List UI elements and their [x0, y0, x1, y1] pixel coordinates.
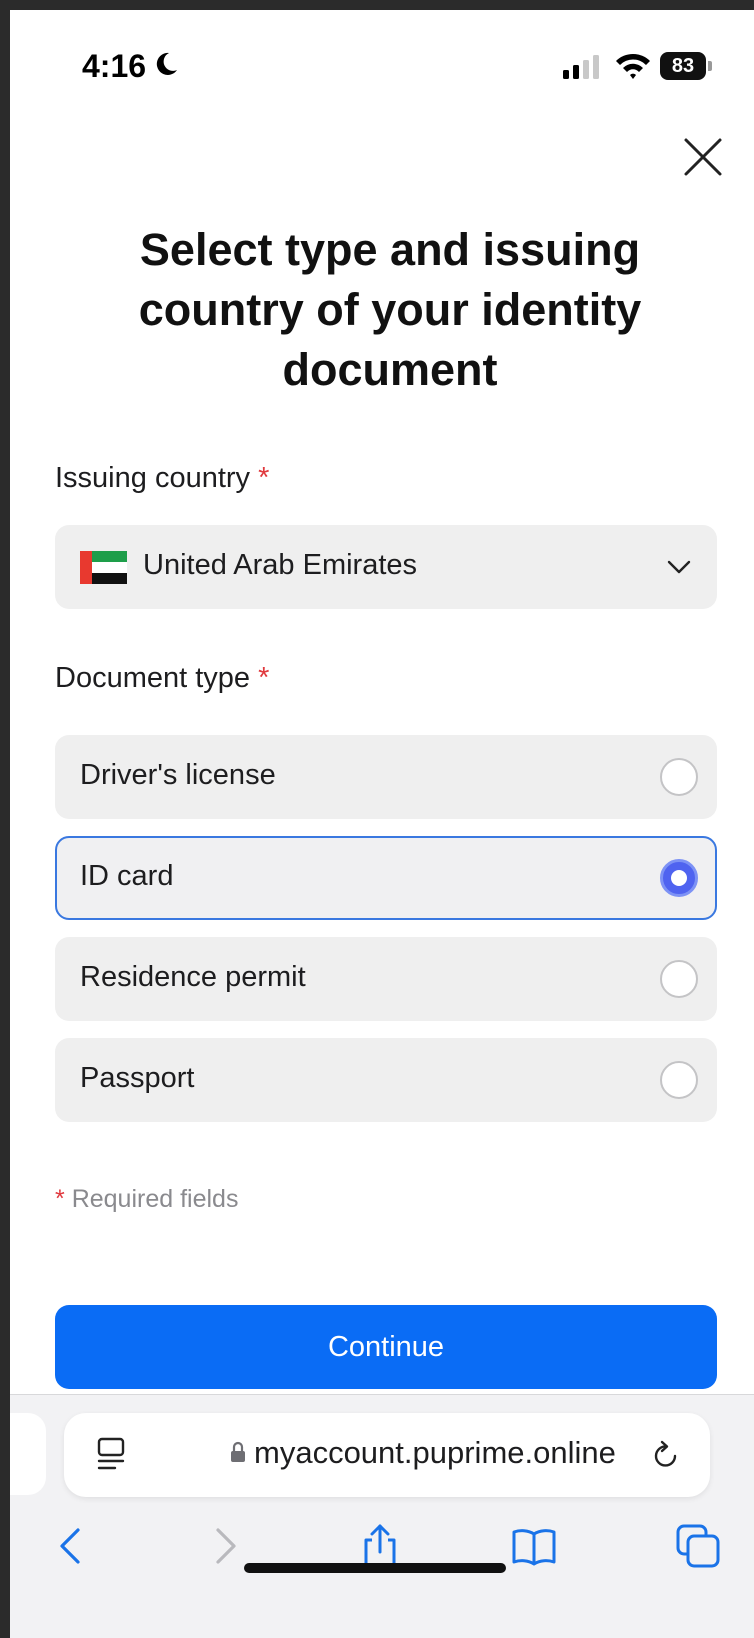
issuing-country-label: Issuing country * [55, 462, 269, 495]
battery-level: 83 [660, 52, 706, 80]
radio-button[interactable] [660, 960, 698, 998]
forward-icon[interactable] [200, 1522, 248, 1570]
option-residence-permit[interactable]: Residence permit [55, 937, 717, 1021]
document-type-label: Document type * [55, 662, 269, 695]
browser-toolbar: myaccount.puprime.online [10, 1394, 754, 1638]
reload-icon[interactable] [650, 1439, 682, 1471]
required-fields-text: Required fields [71, 1185, 239, 1213]
status-time: 4:16 [82, 48, 147, 84]
radio-button[interactable] [660, 758, 698, 796]
option-label: ID card [80, 860, 174, 892]
continue-button[interactable]: Continue [55, 1305, 717, 1389]
required-marker: * [258, 462, 270, 494]
document-type-label-text: Document type [55, 662, 251, 694]
required-marker: * [258, 662, 270, 694]
bookmarks-icon[interactable] [510, 1522, 558, 1570]
option-id-card[interactable]: ID card [55, 836, 717, 920]
tabs-icon[interactable] [674, 1522, 722, 1570]
wifi-icon [616, 53, 650, 79]
back-icon[interactable] [48, 1522, 96, 1570]
required-fields-note: * Required fields [55, 1185, 238, 1214]
address-bar[interactable]: myaccount.puprime.online [64, 1413, 710, 1497]
page-menu-icon[interactable] [96, 1437, 126, 1473]
issuing-country-label-text: Issuing country [55, 462, 251, 494]
required-marker: * [55, 1185, 65, 1213]
option-label: Residence permit [80, 961, 306, 993]
page-title: Select type and issuing country of your … [138, 224, 642, 395]
status-bar: 4:16 83 [10, 10, 754, 110]
url-text: myaccount.puprime.online [254, 1435, 616, 1470]
radio-button[interactable] [660, 1061, 698, 1099]
option-label: Driver's license [80, 759, 276, 791]
battery-icon: 83 [660, 52, 712, 80]
moon-icon [156, 52, 177, 75]
uae-flag-icon [80, 551, 127, 584]
phone-screen: 4:16 83 Select type and issuing country … [10, 10, 754, 1638]
lock-icon [231, 1441, 245, 1462]
option-drivers-license[interactable]: Driver's license [55, 735, 717, 819]
option-passport[interactable]: Passport [55, 1038, 717, 1122]
issuing-country-value: United Arab Emirates [143, 549, 418, 581]
chevron-down-icon [667, 560, 691, 574]
previous-tab-edge[interactable] [10, 1413, 46, 1495]
option-label: Passport [80, 1062, 195, 1094]
close-icon[interactable] [678, 132, 728, 182]
home-indicator [244, 1563, 506, 1573]
issuing-country-select[interactable]: United Arab Emirates [55, 525, 717, 609]
cellular-signal-icon [563, 55, 599, 79]
radio-button-selected[interactable] [660, 859, 698, 897]
